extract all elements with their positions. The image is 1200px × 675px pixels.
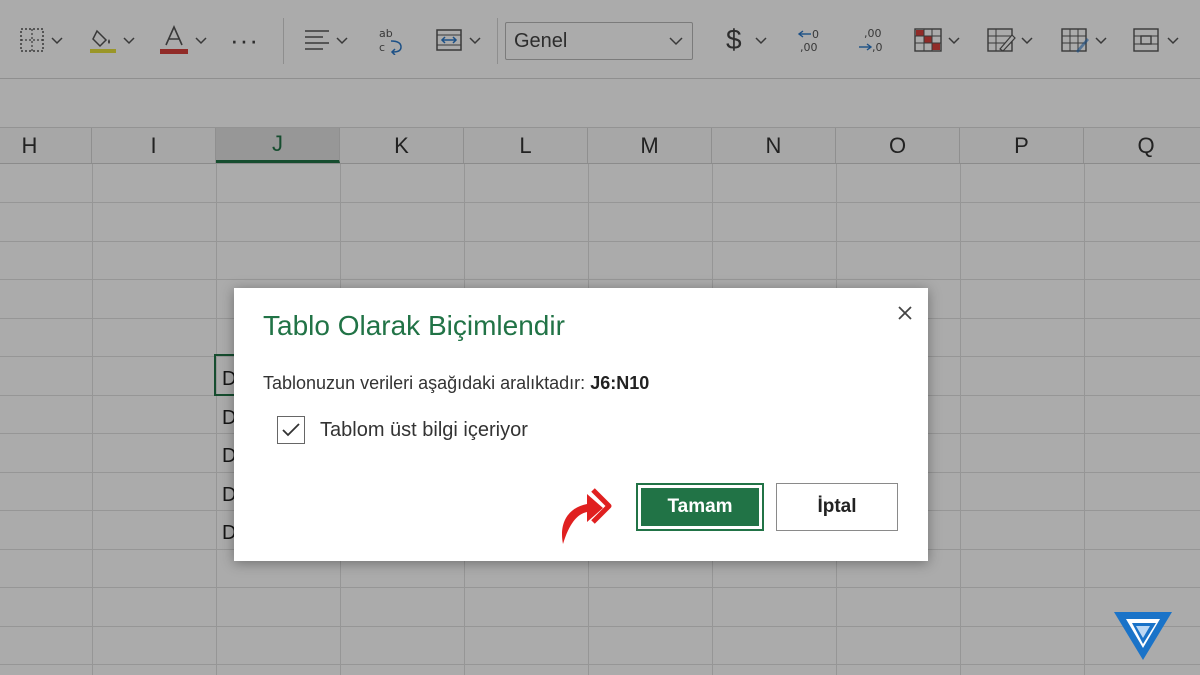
has-headers-label: Tablom üst bilgi içeriyor xyxy=(320,418,528,441)
close-icon xyxy=(898,306,912,320)
has-headers-option[interactable]: Tablom üst bilgi içeriyor xyxy=(277,416,528,444)
dialog-title: Tablo Olarak Biçimlendir xyxy=(263,310,565,341)
has-headers-checkbox[interactable] xyxy=(277,416,305,444)
brand-logo xyxy=(1112,610,1174,667)
red-curved-arrow-icon xyxy=(557,484,619,553)
range-value: J6:N10 xyxy=(590,373,650,393)
range-label: Tablonuzun verileri aşağıdaki aralıktadı… xyxy=(263,373,586,393)
checkmark-icon xyxy=(282,423,300,437)
range-description: Tablonuzun verileri aşağıdaki aralıktadı… xyxy=(263,373,649,394)
close-button[interactable] xyxy=(892,300,918,326)
ok-button-label: Tamam xyxy=(641,488,759,526)
cancel-button[interactable]: İptal xyxy=(776,483,898,531)
ok-button[interactable]: Tamam xyxy=(636,483,764,531)
